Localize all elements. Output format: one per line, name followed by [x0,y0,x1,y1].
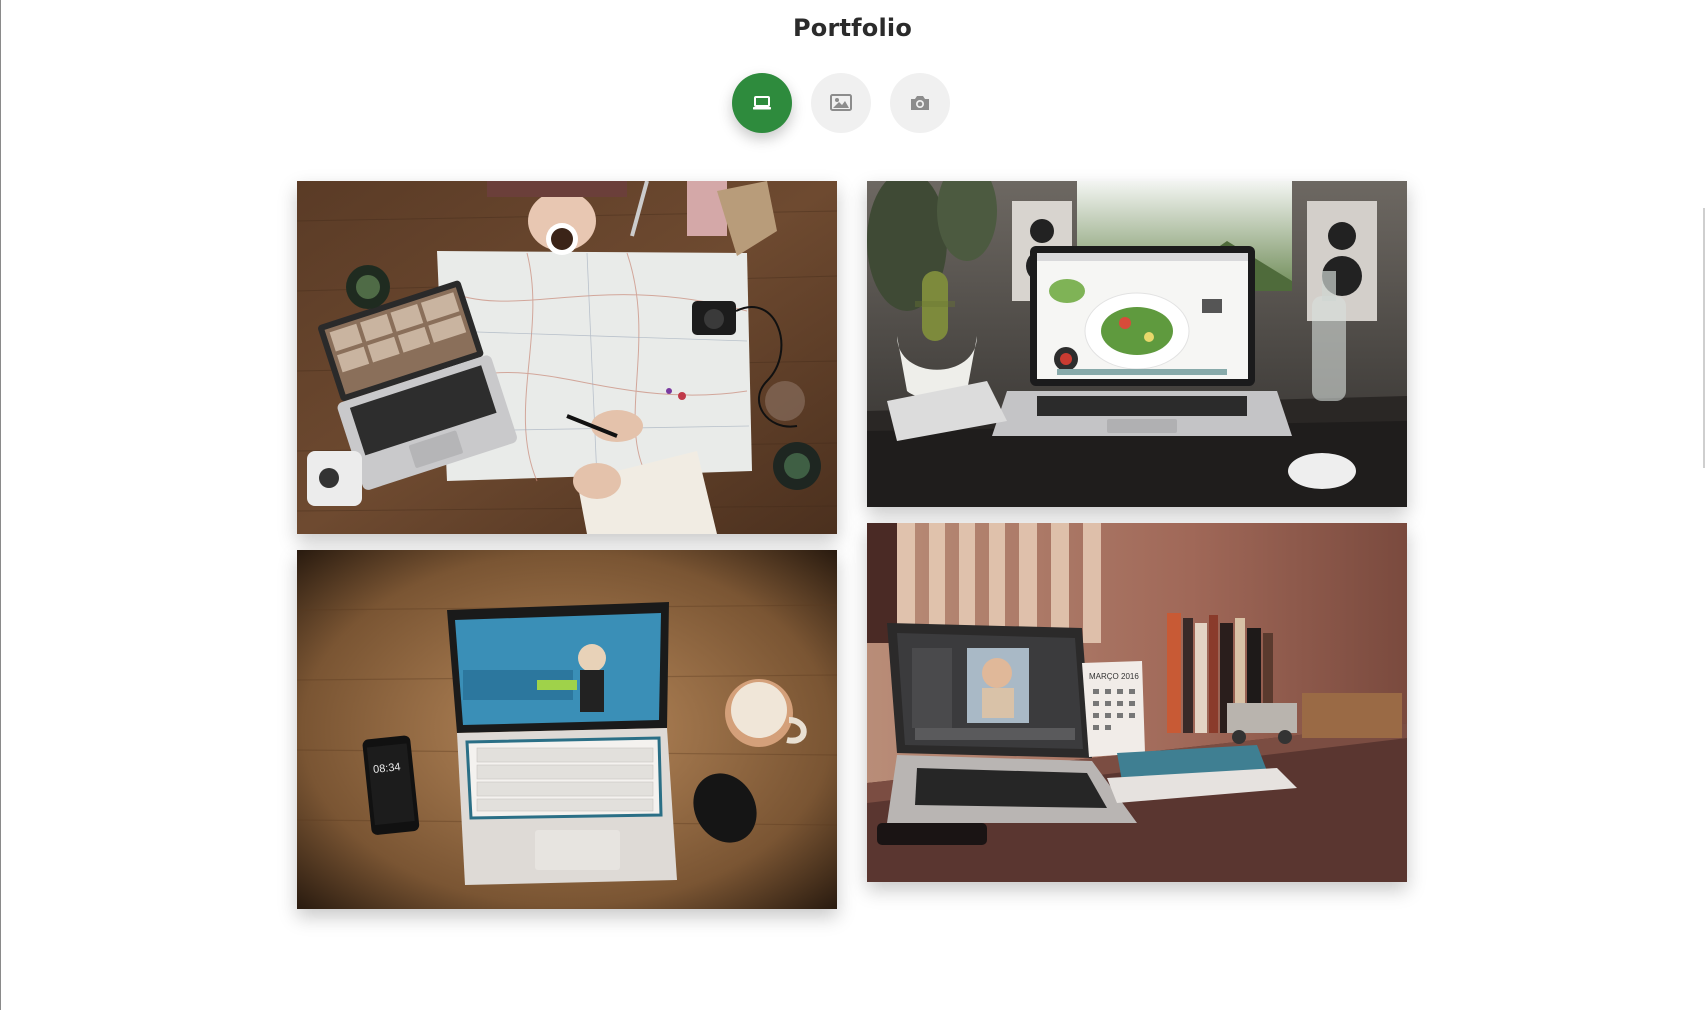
portfolio-item-chromebook[interactable]: 08:34 [297,550,837,909]
chromebook-photo: 08:34 [297,550,837,909]
camera-icon [911,96,929,110]
portfolio-filter-bar [732,73,950,133]
page-left-border [0,0,1,1010]
portfolio-item-warm-desk[interactable]: MARÇO 2016 [867,523,1407,882]
portfolio-item-travel-desk[interactable] [297,181,837,534]
filter-laptop-button[interactable] [732,73,792,133]
calendar-label: MARÇO 2016 [1089,672,1139,681]
warm-desk-photo: MARÇO 2016 [867,523,1407,882]
laptop-desk-photo [867,181,1407,507]
portfolio-item-laptop-desk[interactable] [867,181,1407,507]
laptop-icon [753,96,771,110]
image-icon [830,94,852,111]
travel-desk-photo [297,181,837,534]
page-title: Portfolio [792,14,913,42]
filter-image-button[interactable] [811,73,871,133]
filter-camera-button[interactable] [890,73,950,133]
